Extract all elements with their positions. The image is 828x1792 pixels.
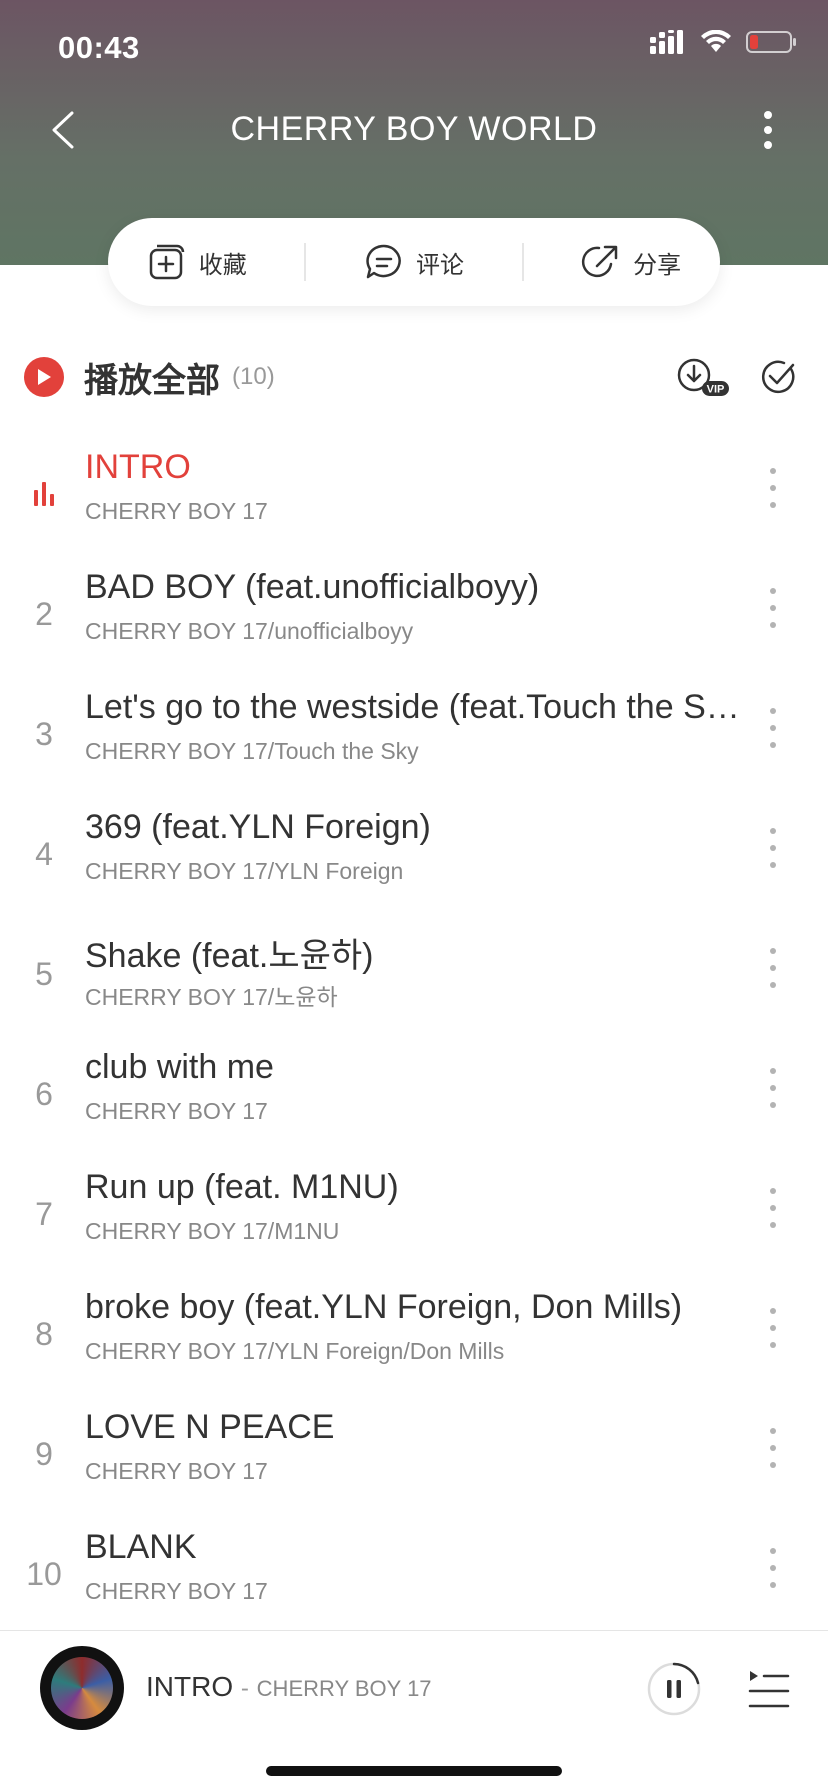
share-label: 分享 xyxy=(633,251,682,279)
action-bar: 收藏 评论 分享 xyxy=(108,218,720,306)
track-more-icon[interactable] xyxy=(760,588,786,628)
track-row[interactable]: 10 BLANK CHERRY BOY 17 xyxy=(0,1516,828,1636)
track-artist: CHERRY BOY 17 xyxy=(85,498,268,524)
track-title: Shake (feat.노윤하) xyxy=(85,937,374,975)
track-title: broke boy (feat.YLN Foreign, Don Mills) xyxy=(85,1288,683,1326)
track-index: 9 xyxy=(35,1436,53,1472)
svg-text:VIP: VIP xyxy=(707,384,725,396)
track-more-icon[interactable] xyxy=(760,1308,786,1348)
play-all-row[interactable]: 播放全部 (10) VIP xyxy=(24,352,804,402)
track-index: 5 xyxy=(35,956,53,992)
now-playing-info[interactable]: INTRO - CHERRY BOY 17 xyxy=(146,1671,432,1703)
track-title: Let's go to the westside (feat.Touch the… xyxy=(85,688,745,726)
track-title: LOVE N PEACE xyxy=(85,1408,335,1446)
track-more-icon[interactable] xyxy=(760,708,786,748)
track-row[interactable]: 3 Let's go to the westside (feat.Touch t… xyxy=(0,676,828,796)
track-title: BAD BOY (feat.unofficialboyy) xyxy=(85,568,540,606)
collect-icon xyxy=(149,244,185,280)
track-index: 10 xyxy=(26,1556,62,1592)
download-vip-icon[interactable]: VIP xyxy=(676,357,730,397)
track-more-icon[interactable] xyxy=(760,1188,786,1228)
now-playing-separator: - xyxy=(240,1675,249,1702)
track-artist: CHERRY BOY 17/M1NU xyxy=(85,1218,340,1244)
list-actions: VIP xyxy=(676,357,798,397)
page-title: CHERRY BOY WORLD xyxy=(230,110,598,148)
track-index: 3 xyxy=(35,716,53,752)
track-artist: CHERRY BOY 17/YLN Foreign xyxy=(85,858,404,884)
status-icons xyxy=(650,30,798,54)
track-title: club with me xyxy=(85,1048,274,1086)
divider xyxy=(521,243,524,281)
play-all-icon[interactable] xyxy=(24,357,64,397)
album-cover[interactable] xyxy=(40,1646,124,1730)
track-title: Run up (feat. M1NU) xyxy=(85,1168,399,1206)
track-artist: CHERRY BOY 17/unofficialboyy xyxy=(85,618,414,644)
play-all-label[interactable]: 播放全部 xyxy=(84,353,220,402)
collect-button[interactable]: 收藏 xyxy=(127,242,267,282)
track-more-icon[interactable] xyxy=(760,828,786,868)
cellular-signal-icon xyxy=(650,30,683,54)
track-count: (10) xyxy=(232,363,275,390)
track-artist: CHERRY BOY 17 xyxy=(85,1098,268,1124)
track-more-icon[interactable] xyxy=(760,1428,786,1468)
track-artist: CHERRY BOY 17/YLN Foreign/Don Mills xyxy=(85,1338,505,1364)
track-row[interactable]: 7 Run up (feat. M1NU) CHERRY BOY 17/M1NU xyxy=(0,1156,828,1276)
now-playing-artist: CHERRY BOY 17 xyxy=(256,1676,432,1701)
track-row[interactable]: INTRO CHERRY BOY 17 xyxy=(0,436,828,556)
track-list: INTRO CHERRY BOY 17 2 BAD BOY (feat.unof… xyxy=(0,436,828,1636)
share-button[interactable]: 分享 xyxy=(561,242,701,282)
track-title: 369 (feat.YLN Foreign) xyxy=(85,808,431,846)
track-artist: CHERRY BOY 17 xyxy=(85,1578,268,1604)
track-row[interactable]: 6 club with me CHERRY BOY 17 xyxy=(0,1036,828,1156)
track-row[interactable]: 2 BAD BOY (feat.unofficialboyy) CHERRY B… xyxy=(0,556,828,676)
track-title: INTRO xyxy=(85,448,191,486)
track-index: 4 xyxy=(35,836,53,872)
track-row[interactable]: 5 Shake (feat.노윤하) CHERRY BOY 17/노윤하 xyxy=(0,916,828,1036)
track-more-icon[interactable] xyxy=(760,1548,786,1588)
collect-label: 收藏 xyxy=(198,251,247,279)
playlist-queue-icon[interactable] xyxy=(748,1667,790,1711)
home-indicator xyxy=(266,1766,562,1776)
track-more-icon[interactable] xyxy=(760,1068,786,1108)
pause-icon[interactable] xyxy=(646,1661,702,1717)
track-index: 8 xyxy=(35,1316,53,1352)
wifi-icon xyxy=(701,30,731,52)
track-row[interactable]: 4 369 (feat.YLN Foreign) CHERRY BOY 17/Y… xyxy=(0,796,828,916)
track-artist: CHERRY BOY 17/Touch the Sky xyxy=(85,738,419,764)
comment-button[interactable]: 评论 xyxy=(344,242,484,282)
battery-icon xyxy=(746,31,796,53)
comment-icon xyxy=(366,244,401,279)
more-options-icon[interactable] xyxy=(748,105,788,155)
track-index: 2 xyxy=(35,596,53,632)
now-playing-title: INTRO xyxy=(146,1671,234,1702)
track-index: 7 xyxy=(35,1196,53,1232)
share-icon xyxy=(582,245,618,278)
equalizer-icon xyxy=(34,482,54,506)
track-index: 6 xyxy=(35,1076,53,1112)
track-row[interactable]: 8 broke boy (feat.YLN Foreign, Don Mills… xyxy=(0,1276,828,1396)
now-playing-indicator xyxy=(20,476,68,514)
track-title: BLANK xyxy=(85,1528,197,1566)
track-artist: CHERRY BOY 17 xyxy=(85,1458,268,1484)
multi-select-icon[interactable] xyxy=(758,357,798,397)
track-more-icon[interactable] xyxy=(760,468,786,508)
status-bar: 00:43 xyxy=(0,0,828,100)
track-more-icon[interactable] xyxy=(760,948,786,988)
album-art xyxy=(51,1657,113,1719)
track-row[interactable]: 9 LOVE N PEACE CHERRY BOY 17 xyxy=(0,1396,828,1516)
divider xyxy=(304,243,307,281)
comment-label: 评论 xyxy=(415,251,464,279)
track-artist: CHERRY BOY 17/노윤하 xyxy=(85,984,338,1010)
status-time: 00:43 xyxy=(58,30,140,65)
